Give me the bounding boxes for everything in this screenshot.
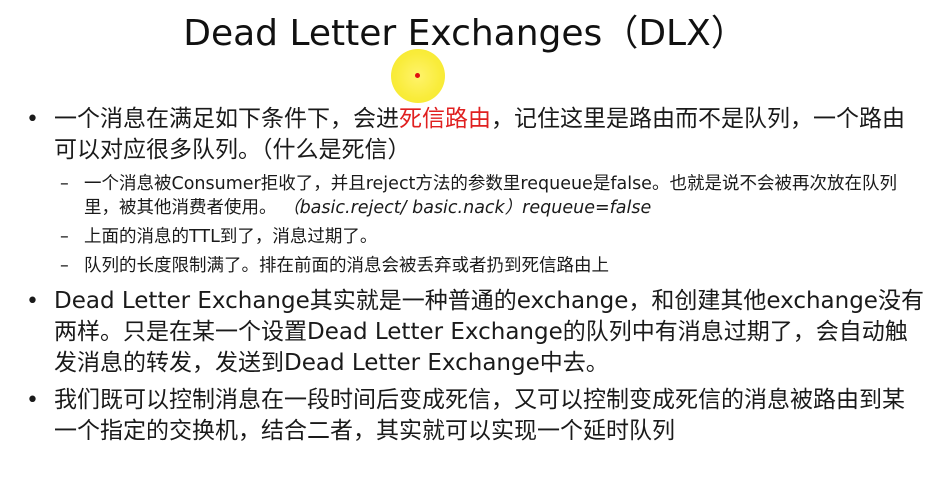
cursor-dot [415,73,420,78]
cursor-highlight [391,49,445,103]
bullet-item-2: • Dead Letter Exchange其实就是一种普通的exchange，… [26,286,926,379]
bullet-icon: • [26,388,39,413]
bullet-item-3: • 我们既可以控制消息在一段时间后变成死信，又可以控制变成死信的消息被路由到某一… [26,385,926,447]
dash-icon: – [60,256,69,276]
slide-content: • 一个消息在满足如下条件下，会进死信路由，记住这里是路由而不是队列，一个路由可… [26,104,926,453]
bullet-3-text: 我们既可以控制消息在一段时间后变成死信，又可以控制变成死信的消息被路由到某一个指… [54,387,905,444]
sub-item-1: – 一个消息被Consumer拒收了，并且reject方法的参数里requeue… [26,172,926,220]
sub-item-3-text: 队列的长度限制满了。排在前面的消息会被丢弃或者扔到死信路由上 [84,256,609,276]
sub-item-2-text: 上面的消息的TTL到了，消息过期了。 [84,227,378,247]
bullet-icon: • [26,289,39,314]
sub-item-2: – 上面的消息的TTL到了，消息过期了。 [26,225,926,249]
dash-icon: – [60,227,69,247]
bullet-icon: • [26,107,39,132]
bullet-item-1: • 一个消息在满足如下条件下，会进死信路由，记住这里是路由而不是队列，一个路由可… [26,104,926,166]
dash-icon: – [60,174,69,194]
sub-item-1-italic: （basic.reject/ basic.nack）requeue=false [282,198,652,218]
bullet-2-text: Dead Letter Exchange其实就是一种普通的exchange，和创… [54,288,924,376]
bullet-1-highlight: 死信路由 [399,106,491,132]
sub-item-3: – 队列的长度限制满了。排在前面的消息会被丢弃或者扔到死信路由上 [26,254,926,278]
bullet-1-text-pre: 一个消息在满足如下条件下，会进 [54,106,399,132]
slide-title: Dead Letter Exchanges（DLX） [183,13,747,54]
